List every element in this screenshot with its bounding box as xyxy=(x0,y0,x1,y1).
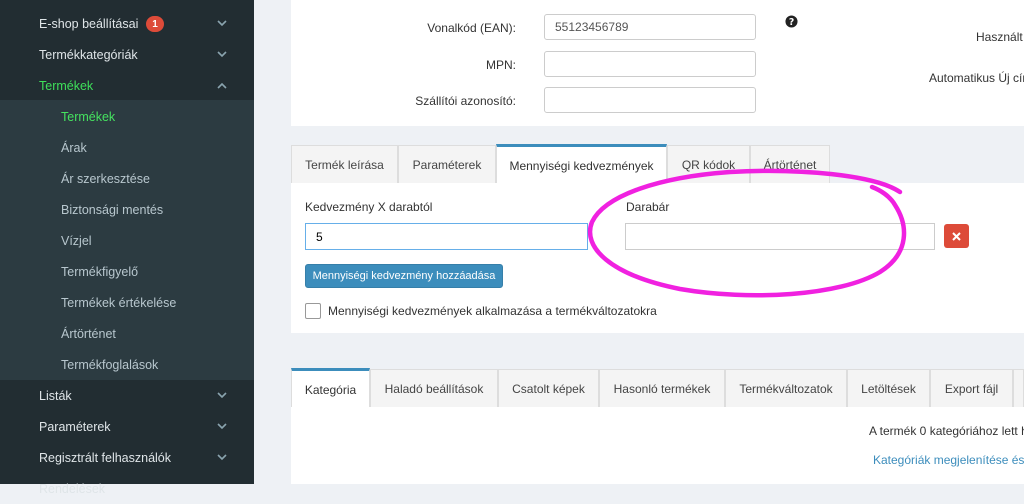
supplier-id-input[interactable] xyxy=(544,87,756,113)
sidebar-item-label: Termékfigyelő xyxy=(61,264,139,279)
svg-text:?: ? xyxy=(789,17,794,28)
tab-product-description[interactable]: Termék leírása xyxy=(291,145,398,183)
sidebar-subitem-backup[interactable]: Biztonsági mentés xyxy=(0,194,254,225)
chevron-down-icon xyxy=(216,17,228,29)
sidebar-subitem-price-history[interactable]: Ártörténet xyxy=(0,318,254,349)
qty-from-input[interactable] xyxy=(305,223,588,250)
tab-downloads[interactable]: Letöltések xyxy=(847,369,930,407)
notification-badge: 1 xyxy=(146,16,164,32)
sidebar-subitem-price-edit[interactable]: Ár szerkesztése xyxy=(0,163,254,194)
sidebar-item-eshop-settings[interactable]: E-shop beállításai 1 xyxy=(0,8,254,39)
chevron-down-icon xyxy=(216,420,228,432)
sidebar-item-orders[interactable]: Rendelések xyxy=(0,473,254,504)
tab-similar-products[interactable]: Hasonló termékek xyxy=(599,369,725,407)
chevron-down-icon xyxy=(216,451,228,463)
sidebar-item-label: Listák xyxy=(39,388,72,403)
sidebar-item-label: Termékkategóriák xyxy=(39,47,138,62)
mpn-input[interactable] xyxy=(544,51,756,77)
tab-more[interactable] xyxy=(1013,369,1024,407)
sidebar-item-label: Vízjel xyxy=(61,233,92,248)
tab-quantity-discounts[interactable]: Mennyiségi kedvezmények xyxy=(496,144,667,184)
sidebar-item-label: Ártörténet xyxy=(61,326,116,341)
add-quantity-discount-button[interactable]: Mennyiségi kedvezmény hozzáadása xyxy=(305,264,503,288)
category-count-text: A termék 0 kategóriához lett h xyxy=(869,424,1024,438)
sidebar-item-label: Árak xyxy=(61,140,87,155)
sidebar-item-lists[interactable]: Listák xyxy=(0,380,254,411)
apply-to-variants-label: Mennyiségi kedvezmények alkalmazása a te… xyxy=(328,304,657,318)
sidebar-item-products[interactable]: Termékek xyxy=(0,70,254,101)
ean-label: Vonalkód (EAN): xyxy=(427,21,516,35)
show-categories-link[interactable]: Kategóriák megjelenítése és xyxy=(873,453,1024,467)
sidebar-subitem-watermark[interactable]: Vízjel xyxy=(0,225,254,256)
question-circle-icon[interactable]: ? xyxy=(785,15,798,28)
tab-export-file[interactable]: Export fájl xyxy=(930,369,1013,407)
chevron-down-icon xyxy=(216,389,228,401)
used-label: Használt xyxy=(976,30,1023,44)
tab-qr-codes[interactable]: QR kódok xyxy=(667,145,750,183)
tab-category[interactable]: Kategória xyxy=(291,368,370,408)
unit-price-label: Darabár xyxy=(626,200,670,214)
tab-advanced-settings[interactable]: Haladó beállítások xyxy=(370,369,498,407)
sidebar-item-label: Regisztrált felhasználók xyxy=(39,450,172,465)
sidebar-item-product-categories[interactable]: Termékkategóriák xyxy=(0,39,254,70)
sidebar-item-label: Termékfoglalások xyxy=(61,357,159,372)
chevron-up-icon xyxy=(216,79,228,91)
tab-product-variants[interactable]: Termékváltozatok xyxy=(725,369,847,407)
mpn-label: MPN: xyxy=(486,58,516,72)
sidebar-item-parameters[interactable]: Paraméterek xyxy=(0,411,254,442)
qty-from-label: Kedvezmény X darabtól xyxy=(305,200,433,214)
tab-attached-images[interactable]: Csatolt képek xyxy=(498,369,599,407)
sidebar-item-label: Paraméterek xyxy=(39,419,111,434)
auto-new-url-label: Automatikus Új cím xyxy=(929,71,1024,85)
close-icon xyxy=(952,231,961,241)
sidebar-subitem-product-reviews[interactable]: Termékek értékelése xyxy=(0,287,254,318)
sidebar: E-shop beállításai 1 Termékkategóriák Te… xyxy=(0,0,254,496)
apply-to-variants-checkbox[interactable] xyxy=(305,303,321,319)
sidebar-subitem-product-watcher[interactable]: Termékfigyelő xyxy=(0,256,254,287)
sidebar-item-label: E-shop beállításai xyxy=(39,16,139,31)
sidebar-item-label: Termékek értékelése xyxy=(61,295,177,310)
ean-input[interactable] xyxy=(544,14,756,40)
sidebar-item-label: Termékek xyxy=(39,78,94,93)
sidebar-item-label: Ár szerkesztése xyxy=(61,171,150,186)
sidebar-item-label: Termékek xyxy=(61,109,116,124)
chevron-down-icon xyxy=(216,48,228,60)
unit-price-input[interactable] xyxy=(625,223,935,250)
delete-discount-button[interactable] xyxy=(944,224,969,248)
sidebar-item-label: Biztonsági mentés xyxy=(61,202,164,217)
category-panel xyxy=(291,407,1024,484)
tab-price-history[interactable]: Ártörténet xyxy=(750,145,830,183)
tab-parameters[interactable]: Paraméterek xyxy=(398,145,496,183)
sidebar-item-registered-users[interactable]: Regisztrált felhasználók xyxy=(0,442,254,473)
supplier-id-label: Szállítói azonosító: xyxy=(415,94,516,108)
sidebar-subitem-prices[interactable]: Árak xyxy=(0,132,254,163)
sidebar-subitem-reservations[interactable]: Termékfoglalások xyxy=(0,349,254,380)
sidebar-subitem-products[interactable]: Termékek xyxy=(0,101,254,132)
